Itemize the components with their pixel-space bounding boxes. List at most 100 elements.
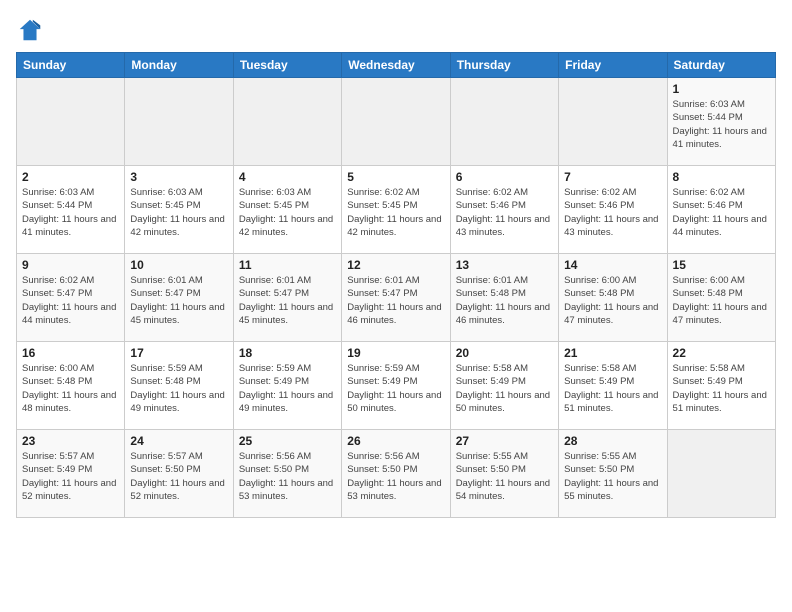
- weekday-header-friday: Friday: [559, 53, 667, 78]
- calendar-week-row: 9 Sunrise: 6:02 AMSunset: 5:47 PMDaylight…: [17, 254, 776, 342]
- day-number: 26: [347, 434, 444, 448]
- day-number: 5: [347, 170, 444, 184]
- day-info: Sunrise: 6:03 AMSunset: 5:44 PMDaylight:…: [22, 186, 119, 239]
- day-info: Sunrise: 5:59 AMSunset: 5:48 PMDaylight:…: [130, 362, 227, 415]
- day-number: 12: [347, 258, 444, 272]
- day-number: 27: [456, 434, 553, 448]
- day-info: Sunrise: 6:01 AMSunset: 5:47 PMDaylight:…: [347, 274, 444, 327]
- day-info: Sunrise: 6:02 AMSunset: 5:47 PMDaylight:…: [22, 274, 119, 327]
- day-number: 11: [239, 258, 336, 272]
- calendar-cell: 8 Sunrise: 6:02 AMSunset: 5:46 PMDaylight…: [667, 166, 775, 254]
- day-number: 18: [239, 346, 336, 360]
- calendar-table: SundayMondayTuesdayWednesdayThursdayFrid…: [16, 52, 776, 518]
- day-info: Sunrise: 6:03 AMSunset: 5:45 PMDaylight:…: [130, 186, 227, 239]
- day-info: Sunrise: 5:56 AMSunset: 5:50 PMDaylight:…: [347, 450, 444, 503]
- calendar-cell: 13 Sunrise: 6:01 AMSunset: 5:48 PMDayligh…: [450, 254, 558, 342]
- day-number: 8: [673, 170, 770, 184]
- calendar-cell: [233, 78, 341, 166]
- calendar-cell: 27 Sunrise: 5:55 AMSunset: 5:50 PMDayligh…: [450, 430, 558, 518]
- weekday-header-tuesday: Tuesday: [233, 53, 341, 78]
- calendar-cell: 20 Sunrise: 5:58 AMSunset: 5:49 PMDayligh…: [450, 342, 558, 430]
- page-header: [16, 16, 776, 44]
- calendar-cell: [342, 78, 450, 166]
- day-info: Sunrise: 6:02 AMSunset: 5:46 PMDaylight:…: [564, 186, 661, 239]
- day-info: Sunrise: 5:57 AMSunset: 5:49 PMDaylight:…: [22, 450, 119, 503]
- calendar-week-row: 23 Sunrise: 5:57 AMSunset: 5:49 PMDayligh…: [17, 430, 776, 518]
- calendar-cell: 10 Sunrise: 6:01 AMSunset: 5:47 PMDayligh…: [125, 254, 233, 342]
- calendar-cell: 26 Sunrise: 5:56 AMSunset: 5:50 PMDayligh…: [342, 430, 450, 518]
- day-info: Sunrise: 5:55 AMSunset: 5:50 PMDaylight:…: [456, 450, 553, 503]
- calendar-cell: 25Sunrise: 5:56 AMSunset: 5:50 PMDayligh…: [233, 430, 341, 518]
- calendar-cell: 5 Sunrise: 6:02 AMSunset: 5:45 PMDaylight…: [342, 166, 450, 254]
- day-number: 24: [130, 434, 227, 448]
- calendar-cell: 23 Sunrise: 5:57 AMSunset: 5:49 PMDayligh…: [17, 430, 125, 518]
- day-number: 22: [673, 346, 770, 360]
- day-number: 1: [673, 82, 770, 96]
- day-info: Sunrise: 6:01 AMSunset: 5:48 PMDaylight:…: [456, 274, 553, 327]
- calendar-cell: 2 Sunrise: 6:03 AMSunset: 5:44 PMDaylight…: [17, 166, 125, 254]
- calendar-cell: [17, 78, 125, 166]
- day-number: 4: [239, 170, 336, 184]
- day-info: Sunrise: 5:57 AMSunset: 5:50 PMDaylight:…: [130, 450, 227, 503]
- day-number: 10: [130, 258, 227, 272]
- day-info: Sunrise: 5:59 AMSunset: 5:49 PMDaylight:…: [239, 362, 336, 415]
- day-number: 3: [130, 170, 227, 184]
- day-number: 2: [22, 170, 119, 184]
- day-info: Sunrise: 6:00 AMSunset: 5:48 PMDaylight:…: [22, 362, 119, 415]
- logo: [16, 16, 48, 44]
- day-info: Sunrise: 5:58 AMSunset: 5:49 PMDaylight:…: [564, 362, 661, 415]
- day-number: 14: [564, 258, 661, 272]
- day-number: 25: [239, 434, 336, 448]
- calendar-week-row: 16 Sunrise: 6:00 AMSunset: 5:48 PMDayligh…: [17, 342, 776, 430]
- calendar-cell: [667, 430, 775, 518]
- calendar-cell: 7Sunrise: 6:02 AMSunset: 5:46 PMDaylight…: [559, 166, 667, 254]
- calendar-cell: 22 Sunrise: 5:58 AMSunset: 5:49 PMDayligh…: [667, 342, 775, 430]
- day-number: 20: [456, 346, 553, 360]
- weekday-header-thursday: Thursday: [450, 53, 558, 78]
- day-info: Sunrise: 6:03 AMSunset: 5:44 PMDaylight:…: [673, 98, 770, 151]
- day-number: 23: [22, 434, 119, 448]
- logo-icon: [16, 16, 44, 44]
- weekday-header-wednesday: Wednesday: [342, 53, 450, 78]
- calendar-week-row: 2 Sunrise: 6:03 AMSunset: 5:44 PMDaylight…: [17, 166, 776, 254]
- calendar-cell: 15 Sunrise: 6:00 AMSunset: 5:48 PMDayligh…: [667, 254, 775, 342]
- day-number: 9: [22, 258, 119, 272]
- calendar-cell: 21 Sunrise: 5:58 AMSunset: 5:49 PMDayligh…: [559, 342, 667, 430]
- day-info: Sunrise: 5:58 AMSunset: 5:49 PMDaylight:…: [456, 362, 553, 415]
- day-number: 17: [130, 346, 227, 360]
- day-number: 16: [22, 346, 119, 360]
- weekday-header-monday: Monday: [125, 53, 233, 78]
- day-number: 13: [456, 258, 553, 272]
- calendar-cell: 4 Sunrise: 6:03 AMSunset: 5:45 PMDaylight…: [233, 166, 341, 254]
- day-info: Sunrise: 6:02 AMSunset: 5:46 PMDaylight:…: [673, 186, 770, 239]
- day-info: Sunrise: 6:02 AMSunset: 5:46 PMDaylight:…: [456, 186, 553, 239]
- day-info: Sunrise: 5:58 AMSunset: 5:49 PMDaylight:…: [673, 362, 770, 415]
- calendar-cell: 12 Sunrise: 6:01 AMSunset: 5:47 PMDayligh…: [342, 254, 450, 342]
- day-number: 21: [564, 346, 661, 360]
- calendar-cell: 11 Sunrise: 6:01 AMSunset: 5:47 PMDayligh…: [233, 254, 341, 342]
- day-info: Sunrise: 6:00 AMSunset: 5:48 PMDaylight:…: [564, 274, 661, 327]
- day-number: 15: [673, 258, 770, 272]
- calendar-cell: [450, 78, 558, 166]
- day-number: 6: [456, 170, 553, 184]
- day-info: Sunrise: 6:01 AMSunset: 5:47 PMDaylight:…: [239, 274, 336, 327]
- calendar-cell: 14 Sunrise: 6:00 AMSunset: 5:48 PMDayligh…: [559, 254, 667, 342]
- day-number: 19: [347, 346, 444, 360]
- calendar-cell: 28Sunrise: 5:55 AMSunset: 5:50 PMDayligh…: [559, 430, 667, 518]
- day-info: Sunrise: 6:01 AMSunset: 5:47 PMDaylight:…: [130, 274, 227, 327]
- calendar-cell: 24 Sunrise: 5:57 AMSunset: 5:50 PMDayligh…: [125, 430, 233, 518]
- calendar-cell: 17 Sunrise: 5:59 AMSunset: 5:48 PMDayligh…: [125, 342, 233, 430]
- calendar-week-row: 1 Sunrise: 6:03 AMSunset: 5:44 PMDaylight…: [17, 78, 776, 166]
- weekday-header-saturday: Saturday: [667, 53, 775, 78]
- day-info: Sunrise: 5:55 AMSunset: 5:50 PMDaylight:…: [564, 450, 661, 503]
- calendar-cell: 9 Sunrise: 6:02 AMSunset: 5:47 PMDaylight…: [17, 254, 125, 342]
- day-info: Sunrise: 5:59 AMSunset: 5:49 PMDaylight:…: [347, 362, 444, 415]
- day-info: Sunrise: 6:00 AMSunset: 5:48 PMDaylight:…: [673, 274, 770, 327]
- calendar-header-row: SundayMondayTuesdayWednesdayThursdayFrid…: [17, 53, 776, 78]
- calendar-cell: 19 Sunrise: 5:59 AMSunset: 5:49 PMDayligh…: [342, 342, 450, 430]
- day-info: Sunrise: 6:02 AMSunset: 5:45 PMDaylight:…: [347, 186, 444, 239]
- calendar-cell: 3 Sunrise: 6:03 AMSunset: 5:45 PMDaylight…: [125, 166, 233, 254]
- day-info: Sunrise: 6:03 AMSunset: 5:45 PMDaylight:…: [239, 186, 336, 239]
- weekday-header-sunday: Sunday: [17, 53, 125, 78]
- calendar-cell: 16 Sunrise: 6:00 AMSunset: 5:48 PMDayligh…: [17, 342, 125, 430]
